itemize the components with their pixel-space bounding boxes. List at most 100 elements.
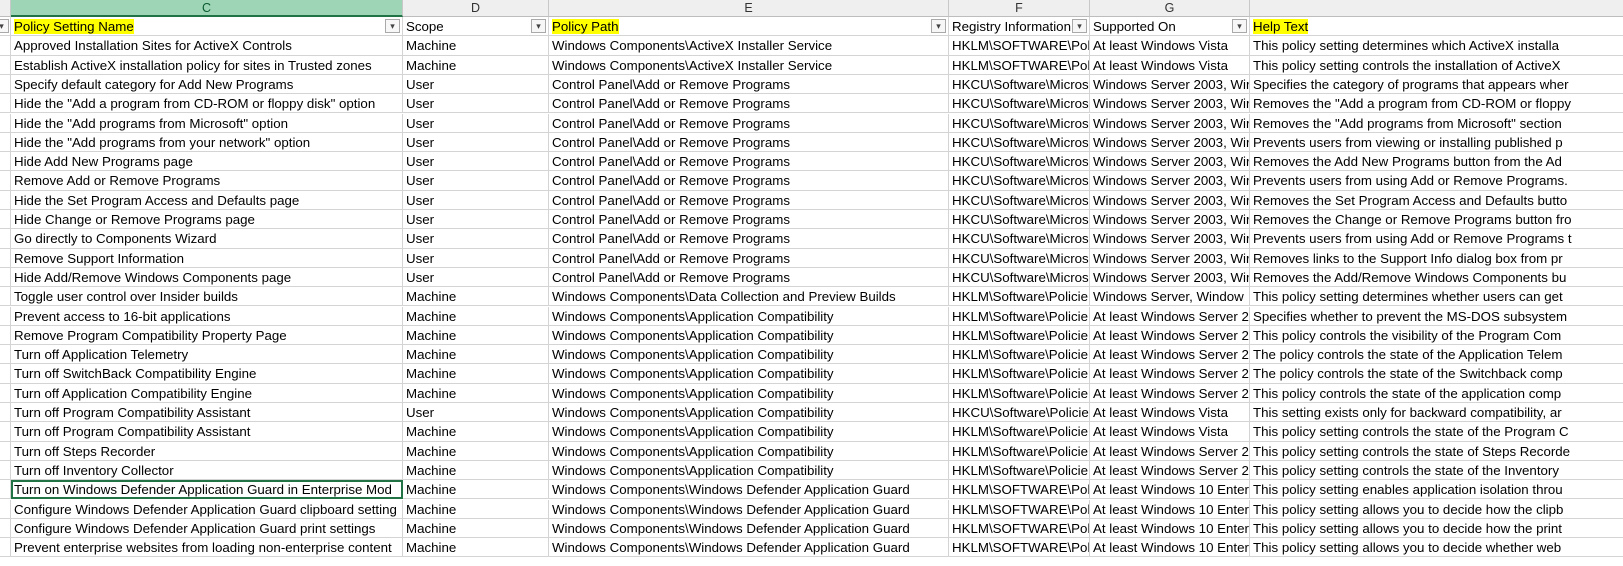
cell-supported-on[interactable]: At least Windows Server 2 (1090, 345, 1250, 365)
active-cell[interactable]: Turn on Windows Defender Application Gua… (11, 480, 403, 500)
cell-scope[interactable]: Machine (403, 36, 549, 56)
cell-help-text[interactable]: This policy setting controls the state o… (1250, 422, 1623, 442)
cell-scope[interactable]: User (403, 113, 549, 133)
cell-policy-setting-name[interactable]: Hide the "Add programs from Microsoft" o… (11, 113, 403, 133)
cell-policy-path[interactable]: Control Panel\Add or Remove Programs (549, 229, 949, 249)
cell-policy-setting-name[interactable]: Approved Installation Sites for ActiveX … (11, 36, 403, 56)
cell-registry-information[interactable]: HKCU\Software\Micros (949, 152, 1090, 172)
row-edge-cell[interactable] (0, 325, 11, 346)
row-edge-cell[interactable] (0, 441, 11, 461)
cell-help-text[interactable]: Removes the Set Program Access and Defau… (1250, 191, 1623, 210)
cell-policy-path[interactable]: Windows Components\Application Compatibi… (549, 306, 949, 326)
row-edge-cell[interactable] (0, 403, 11, 423)
cell-help-text[interactable]: This policy controls the state of the ap… (1250, 384, 1623, 403)
cell-policy-path[interactable]: Windows Components\ActiveX Installer Ser… (549, 55, 949, 75)
cell-scope[interactable]: Machine (403, 287, 549, 307)
cell-registry-information[interactable]: HKLM\Software\Policie (949, 364, 1090, 384)
cell-scope[interactable]: Machine (403, 345, 549, 365)
row-edge-cell[interactable] (0, 383, 11, 403)
row-edge-cell[interactable] (0, 499, 11, 519)
row-edge-cell[interactable] (0, 152, 11, 172)
cell-policy-setting-name[interactable]: Turn off SwitchBack Compatibility Engine (11, 364, 403, 384)
cell-policy-path[interactable]: Windows Components\Application Compatibi… (549, 345, 949, 365)
cell-registry-information[interactable]: HKCU\Software\Micros (949, 248, 1090, 268)
cell-registry-information[interactable]: HKCU\Software\Micros (949, 190, 1090, 210)
cell-scope[interactable]: Machine (403, 383, 549, 403)
cell-scope[interactable]: Machine (403, 364, 549, 384)
cell-supported-on[interactable]: Windows Server 2003, Wir (1090, 190, 1250, 210)
cell-policy-setting-name[interactable]: Hide the Set Program Access and Defaults… (11, 190, 403, 210)
cell-supported-on[interactable]: Windows Server 2003, Wir (1090, 248, 1250, 268)
cell-policy-path[interactable]: Windows Components\Application Compatibi… (549, 383, 949, 403)
cell-policy-path[interactable]: Control Panel\Add or Remove Programs (549, 94, 949, 114)
header-cell-help-text[interactable]: Help Text (1250, 17, 1623, 37)
header-cell-policy-path[interactable]: Policy Path ▾ (549, 17, 949, 37)
cell-scope[interactable]: Machine (403, 480, 549, 500)
cell-help-text[interactable]: This policy setting controls the install… (1250, 56, 1623, 75)
cell-supported-on[interactable]: At least Windows Server 2 (1090, 364, 1250, 384)
row-edge-cell[interactable] (0, 480, 11, 500)
cell-help-text[interactable]: Specifies the category of programs that … (1250, 75, 1623, 95)
column-header-e[interactable]: E (549, 0, 949, 17)
cell-supported-on[interactable]: At least Windows 10 Enter (1090, 518, 1250, 539)
cell-scope[interactable]: Machine (403, 55, 549, 75)
cell-policy-setting-name[interactable]: Toggle user control over Insider builds (11, 287, 403, 307)
cell-scope[interactable]: Machine (403, 441, 549, 461)
cell-help-text[interactable]: Removes the "Add programs from Microsoft… (1250, 114, 1623, 133)
cell-policy-setting-name[interactable]: Configure Windows Defender Application G… (11, 518, 403, 539)
cell-registry-information[interactable]: HKLM\Software\Policie (949, 287, 1090, 307)
cell-policy-path[interactable]: Control Panel\Add or Remove Programs (549, 74, 949, 95)
cell-registry-information[interactable]: HKLM\Software\Policie (949, 325, 1090, 346)
cell-help-text[interactable]: This policy setting determines which Act… (1250, 36, 1623, 56)
header-cell-supported-on[interactable]: Supported On ▾ (1090, 17, 1250, 37)
row-edge-cell[interactable] (0, 94, 11, 114)
cell-scope[interactable]: Machine (403, 499, 549, 519)
cell-supported-on[interactable]: Windows Server 2003, Wir (1090, 74, 1250, 95)
cell-policy-setting-name[interactable]: Hide the "Add programs from your network… (11, 132, 403, 153)
cell-policy-setting-name[interactable]: Hide Add/Remove Windows Components page (11, 267, 403, 288)
row-edge-cell[interactable] (0, 36, 11, 56)
cell-policy-setting-name[interactable]: Turn off Steps Recorder (11, 441, 403, 461)
cell-policy-setting-name[interactable]: Hide the "Add a program from CD-ROM or f… (11, 94, 403, 114)
cell-policy-setting-name[interactable]: Configure Windows Defender Application G… (11, 499, 403, 519)
column-header-g[interactable]: G (1090, 0, 1250, 17)
cell-policy-path[interactable]: Control Panel\Add or Remove Programs (549, 210, 949, 230)
cell-registry-information[interactable]: HKCU\Software\Micros (949, 74, 1090, 95)
column-header-d[interactable]: D (403, 0, 549, 17)
cell-supported-on[interactable]: At least Windows Server 2 (1090, 383, 1250, 403)
cell-scope[interactable]: User (403, 210, 549, 230)
cell-policy-setting-name[interactable]: Specify default category for Add New Pro… (11, 74, 403, 95)
cell-registry-information[interactable]: HKCU\Software\Micros (949, 171, 1090, 191)
cell-policy-path[interactable]: Control Panel\Add or Remove Programs (549, 113, 949, 133)
cell-help-text[interactable]: Prevents users from viewing or installin… (1250, 133, 1623, 153)
cell-help-text[interactable]: Removes the Add/Remove Windows Component… (1250, 268, 1623, 288)
cell-scope[interactable]: Machine (403, 518, 549, 539)
row-edge-cell[interactable] (0, 518, 11, 539)
cell-registry-information[interactable]: HKLM\SOFTWARE\Polic (949, 538, 1090, 558)
cell-registry-information[interactable]: HKLM\SOFTWARE\Polic (949, 55, 1090, 75)
cell-supported-on[interactable]: Windows Server 2003, Wir (1090, 210, 1250, 230)
row-edge-cell[interactable] (0, 422, 11, 442)
cell-scope[interactable]: User (403, 74, 549, 95)
cell-policy-path[interactable]: Windows Components\Windows Defender Appl… (549, 518, 949, 539)
cell-help-text[interactable]: This policy setting allows you to decide… (1250, 538, 1623, 558)
cell-help-text[interactable]: Removes the Change or Remove Programs bu… (1250, 210, 1623, 230)
cell-supported-on[interactable]: At least Windows Server 2 (1090, 441, 1250, 461)
cell-policy-path[interactable]: Windows Components\Windows Defender Appl… (549, 499, 949, 519)
cell-supported-on[interactable]: Windows Server, Window (1090, 287, 1250, 307)
cell-supported-on[interactable]: Windows Server 2003, Wir (1090, 229, 1250, 249)
cell-registry-information[interactable]: HKLM\Software\Policie (949, 441, 1090, 461)
cell-policy-setting-name[interactable]: Remove Add or Remove Programs (11, 171, 403, 191)
cell-registry-information[interactable]: HKLM\Software\Policie (949, 422, 1090, 442)
chevron-down-icon[interactable]: ▾ (1072, 19, 1087, 33)
cell-supported-on[interactable]: At least Windows Server 2 (1090, 306, 1250, 326)
cell-policy-path[interactable]: Control Panel\Add or Remove Programs (549, 171, 949, 191)
cell-help-text[interactable]: Prevents users from using Add or Remove … (1250, 229, 1623, 249)
cell-scope[interactable]: User (403, 171, 549, 191)
cell-policy-setting-name[interactable]: Turn off Program Compatibility Assistant (11, 403, 403, 423)
cell-supported-on[interactable]: At least Windows Vista (1090, 403, 1250, 423)
cell-supported-on[interactable]: At least Windows Vista (1090, 36, 1250, 56)
column-header-c[interactable]: C (11, 0, 403, 17)
cell-scope[interactable]: User (403, 190, 549, 210)
header-cell-policy-setting-name[interactable]: Policy Setting Name ▾ (11, 17, 403, 37)
